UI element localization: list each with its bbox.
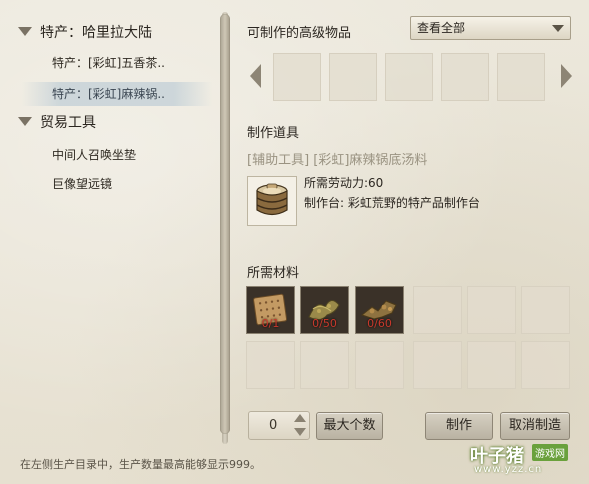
tree-item-cushion[interactable]: 中间人召唤坐垫 <box>22 143 212 167</box>
advanced-slot[interactable] <box>329 53 377 101</box>
tree-scrollbar-thumb[interactable] <box>220 14 230 434</box>
material-slot[interactable]: 0/60 <box>355 286 404 334</box>
advanced-slot[interactable] <box>385 53 433 101</box>
material-count: 0/60 <box>367 317 392 330</box>
material-slot[interactable] <box>521 286 570 334</box>
crafting-window: 特产：哈里拉大陆 特产：[彩虹]五香茶.. 特产：[彩虹]麻辣锅.. 贸易工具 … <box>0 0 589 484</box>
next-arrow-icon[interactable] <box>561 64 572 88</box>
tree-item-telescope[interactable]: 巨像望远镜 <box>22 172 212 196</box>
material-slot[interactable] <box>246 341 295 389</box>
filter-dropdown-value: 查看全部 <box>417 21 466 35</box>
max-quantity-button[interactable]: 最大个数 <box>316 412 383 440</box>
material-slot[interactable] <box>521 341 570 389</box>
filter-dropdown[interactable]: 查看全部 <box>410 16 571 40</box>
crafting-tool-name: [辅助工具] [彩虹]麻辣锅底汤料 <box>247 153 428 168</box>
chevron-down-icon <box>552 25 564 32</box>
material-slot[interactable] <box>467 341 516 389</box>
advanced-slot[interactable] <box>273 53 321 101</box>
tree-item-hotpot[interactable]: 特产：[彩虹]麻辣锅.. <box>22 82 212 106</box>
material-count: 0/1 <box>261 317 280 330</box>
quantity-decrease-button[interactable] <box>291 426 309 439</box>
material-count: 0/50 <box>312 317 337 330</box>
footer-hint: 在左侧生产目录中，生产数量最高能够显示999。 <box>20 458 261 471</box>
material-slot[interactable] <box>300 341 349 389</box>
material-slot[interactable] <box>413 341 462 389</box>
advanced-slot[interactable] <box>497 53 545 101</box>
collapse-triangle-icon[interactable] <box>18 26 32 36</box>
craft-button[interactable]: 制作 <box>425 412 493 440</box>
advanced-items-title: 可制作的高级物品 <box>247 26 352 41</box>
arrow-up-icon <box>294 414 306 422</box>
cancel-craft-button[interactable]: 取消制造 <box>500 412 570 440</box>
material-slot[interactable] <box>467 286 516 334</box>
material-slot[interactable]: 0/1 <box>246 286 295 334</box>
crafting-station: 制作台: 彩虹荒野的特产品制作台 <box>304 196 480 210</box>
material-slot[interactable]: 0/50 <box>300 286 349 334</box>
materials-title: 所需材料 <box>247 266 300 281</box>
arrow-down-icon <box>294 428 306 436</box>
group-halila-specialty[interactable]: 特产：哈里拉大陆 <box>18 22 152 44</box>
group-trade-tools[interactable]: 贸易工具 <box>18 112 96 134</box>
material-slot[interactable] <box>355 341 404 389</box>
category-tree: 特产：哈里拉大陆 特产：[彩虹]五香茶.. 特产：[彩虹]麻辣锅.. 贸易工具 … <box>0 0 220 445</box>
watermark-url: www.yzz.cn <box>474 464 543 475</box>
prev-arrow-icon[interactable] <box>250 64 261 88</box>
tree-item-tea[interactable]: 特产：[彩虹]五香茶.. <box>22 51 212 75</box>
crafting-tool-title: 制作道具 <box>247 126 300 141</box>
labor-requirement: 所需劳动力:60 <box>304 176 384 190</box>
watermark: 叶子猪 游戏网 www.yzz.cn <box>470 442 586 478</box>
quantity-increase-button[interactable] <box>291 412 309 425</box>
barrel-icon[interactable] <box>247 176 297 226</box>
collapse-triangle-icon[interactable] <box>18 116 32 126</box>
watermark-tag: 游戏网 <box>532 444 568 461</box>
advanced-slot[interactable] <box>441 53 489 101</box>
material-slot[interactable] <box>413 286 462 334</box>
